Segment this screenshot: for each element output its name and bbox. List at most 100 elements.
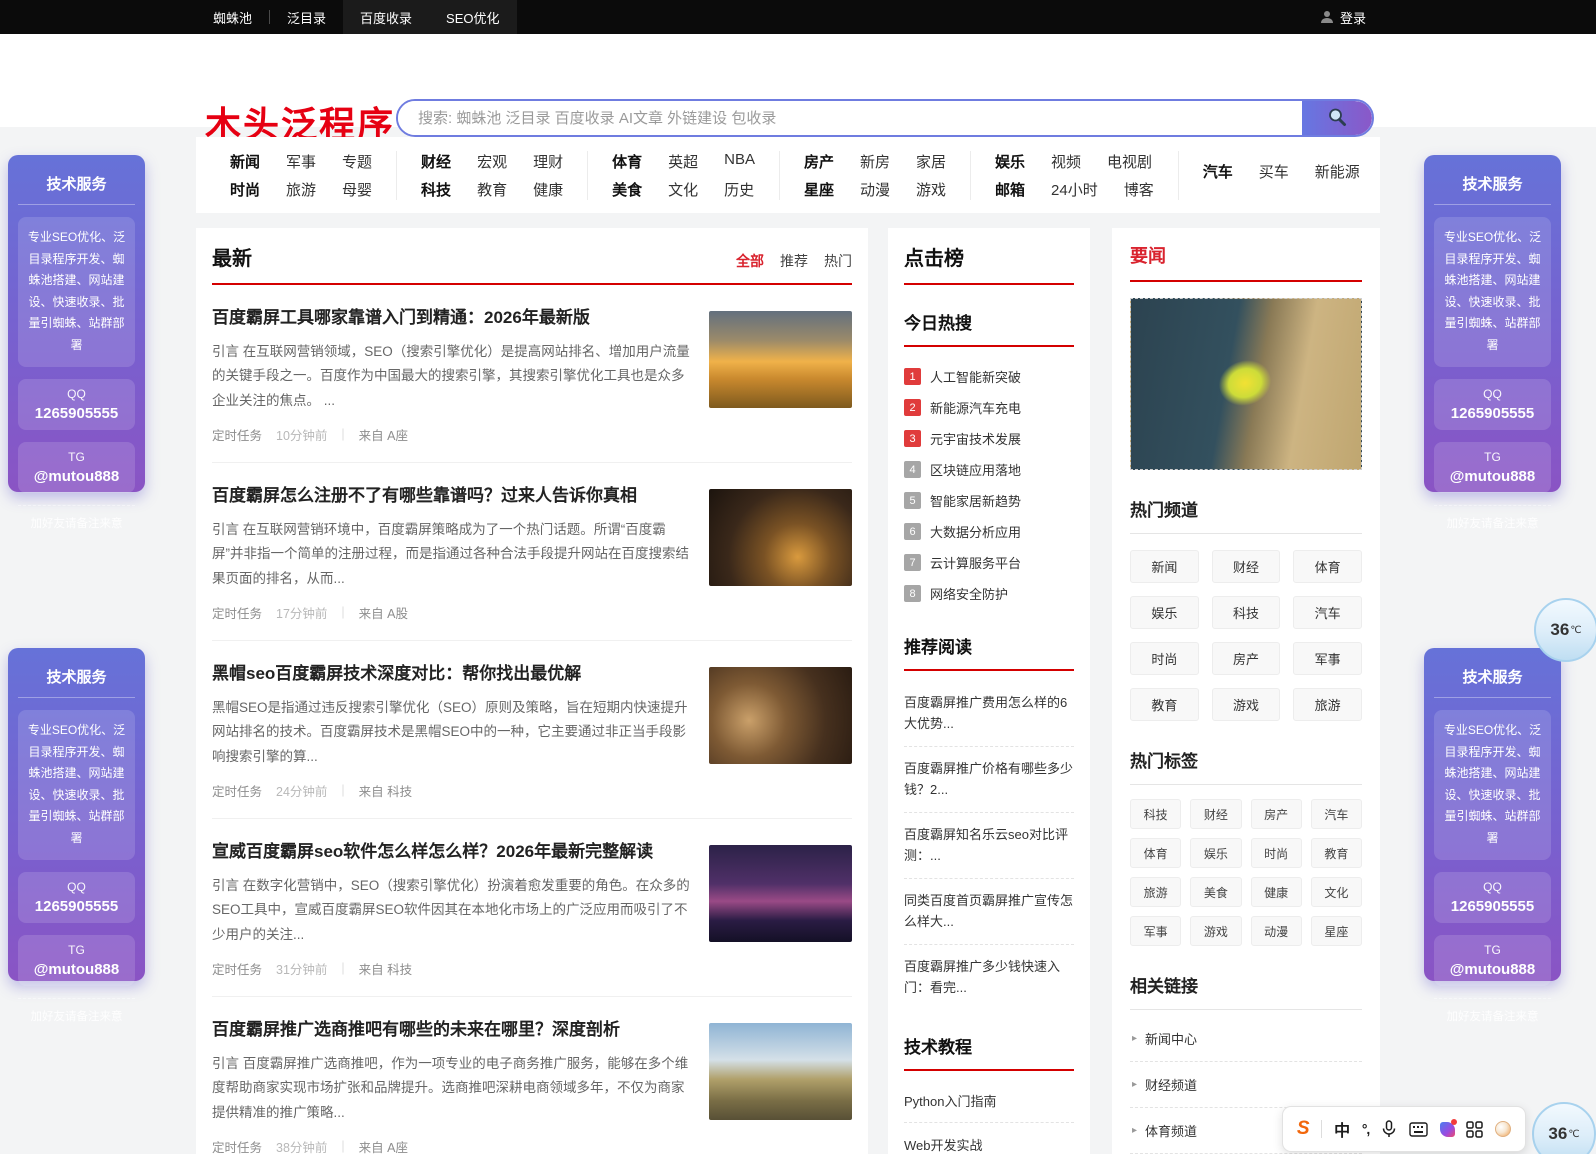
hot-search-item[interactable]: 5 智能家居新趋势 — [904, 485, 1074, 516]
tab-hot[interactable]: 热门 — [824, 251, 852, 271]
tag-button[interactable]: 文化 — [1310, 877, 1362, 907]
nav-link[interactable]: 家居 — [916, 151, 946, 172]
tag-button[interactable]: 星座 — [1310, 916, 1362, 946]
tag-button[interactable]: 房产 — [1250, 799, 1302, 829]
tag-button[interactable]: 美食 — [1190, 877, 1242, 907]
article-item[interactable]: 百度霸屏怎么注册不了有哪些靠谱吗？过来人告诉你真相 引言 在互联网营销环境中，百… — [212, 463, 852, 641]
hot-search-item[interactable]: 8 网络安全防护 — [904, 578, 1074, 609]
tag-button[interactable]: 健康 — [1250, 877, 1302, 907]
hot-search-item[interactable]: 2 新能源汽车充电 — [904, 392, 1074, 423]
nav-link[interactable]: 财经 — [421, 151, 451, 172]
hot-search-item[interactable]: 7 云计算服务平台 — [904, 547, 1074, 578]
article-thumbnail[interactable] — [709, 311, 852, 408]
topbar-item-baidu-index[interactable]: 百度收录 — [343, 0, 430, 34]
tutorial-item[interactable]: Python入门指南 — [904, 1079, 1074, 1124]
article-title[interactable]: 百度霸屏工具哪家靠谱入门到精通：2026年最新版 — [212, 307, 691, 329]
weather-badge[interactable]: 36 ℃ — [1534, 598, 1596, 662]
punctuation-icon[interactable]: °, — [1362, 1121, 1370, 1137]
recommend-read-item[interactable]: 百度霸屏推广费用怎么样的6大优势... — [904, 681, 1074, 747]
recommend-read-item[interactable]: 百度霸屏知名乐云seo对比评测：... — [904, 813, 1074, 879]
qq-contact[interactable]: QQ 1265905555 — [18, 378, 135, 430]
toolbox-grid-icon[interactable] — [1466, 1120, 1484, 1138]
nav-link[interactable]: 旅游 — [286, 179, 316, 200]
tag-button[interactable]: 游戏 — [1190, 916, 1242, 946]
nav-link[interactable]: 科技 — [421, 179, 451, 200]
article-thumbnail[interactable] — [709, 488, 852, 586]
channel-button[interactable]: 房产 — [1211, 642, 1281, 675]
tag-button[interactable]: 汽车 — [1310, 799, 1362, 829]
hot-search-item[interactable]: 1 人工智能新突破 — [904, 361, 1074, 392]
channel-button[interactable]: 教育 — [1130, 688, 1199, 721]
nav-link[interactable]: 母婴 — [342, 179, 372, 200]
topbar-item-seo[interactable]: SEO优化 — [429, 0, 517, 34]
related-link[interactable]: ▸ 新闻中心 — [1130, 1016, 1362, 1062]
headline-image[interactable] — [1130, 298, 1362, 470]
tag-button[interactable]: 军事 — [1130, 916, 1182, 946]
channel-button[interactable]: 新闻 — [1130, 550, 1199, 583]
nav-link[interactable]: 汽车 — [1203, 161, 1233, 182]
nav-link[interactable]: 新闻 — [230, 151, 260, 172]
nav-link[interactable]: 体育 — [612, 151, 642, 172]
nav-link[interactable]: 动漫 — [860, 179, 890, 200]
article-title[interactable]: 百度霸屏推广选商推吧有哪些的未来在哪里？深度剖析 — [212, 1019, 691, 1041]
sogou-logo-icon[interactable]: S — [1297, 1118, 1310, 1140]
tg-contact[interactable]: TG @mutou888 — [18, 441, 135, 493]
nav-link[interactable]: 星座 — [804, 179, 834, 200]
channel-button[interactable]: 娱乐 — [1130, 596, 1199, 629]
weather-badge[interactable]: 36 ℃ — [1532, 1102, 1596, 1154]
topbar-item-spider-pool[interactable]: 蜘蛛池 — [196, 0, 269, 34]
nav-link[interactable]: 娱乐 — [995, 151, 1025, 172]
skin-icon[interactable] — [1439, 1118, 1457, 1137]
emoji-face-icon[interactable] — [1495, 1121, 1512, 1137]
tg-contact[interactable]: TG @mutou888 — [1434, 934, 1551, 986]
nav-link[interactable]: 英超 — [668, 151, 698, 172]
channel-button[interactable]: 游戏 — [1211, 688, 1281, 721]
tag-button[interactable]: 娱乐 — [1190, 838, 1242, 868]
channel-button[interactable]: 体育 — [1293, 550, 1362, 583]
nav-link[interactable]: 视频 — [1051, 151, 1081, 172]
microphone-icon[interactable] — [1381, 1120, 1397, 1138]
article-thumbnail[interactable] — [709, 1022, 852, 1120]
article-item[interactable]: 百度霸屏工具哪家靠谱入门到精通：2026年最新版 引言 在互联网营销领域，SEO… — [212, 285, 852, 463]
article-title[interactable]: 百度霸屏怎么注册不了有哪些靠谱吗？过来人告诉你真相 — [212, 485, 691, 507]
article-thumbnail[interactable] — [709, 666, 852, 764]
tab-recommended[interactable]: 推荐 — [780, 251, 808, 271]
ime-language-toggle[interactable]: 中 — [1334, 1117, 1350, 1141]
article-item[interactable]: 宣威百度霸屏seo软件怎么样怎么样？2026年最新完整解读 引言 在数字化营销中… — [212, 819, 852, 997]
qq-contact[interactable]: QQ 1265905555 — [1434, 871, 1551, 923]
article-item[interactable]: 黑帽seo百度霸屏技术深度对比：帮你找出最优解 黑帽SEO是指通过违反搜索引擎优… — [212, 641, 852, 819]
recommend-read-item[interactable]: 百度霸屏推广多少钱快速入门：看完... — [904, 945, 1074, 1010]
tag-button[interactable]: 财经 — [1190, 799, 1242, 829]
tg-contact[interactable]: TG @mutou888 — [1434, 441, 1551, 493]
channel-button[interactable]: 汽车 — [1293, 596, 1362, 629]
nav-link[interactable]: 电视剧 — [1107, 151, 1152, 172]
hot-search-item[interactable]: 6 大数据分析应用 — [904, 516, 1074, 547]
tag-button[interactable]: 动漫 — [1250, 916, 1302, 946]
article-title[interactable]: 黑帽seo百度霸屏技术深度对比：帮你找出最优解 — [212, 663, 691, 685]
hot-search-item[interactable]: 3 元宇宙技术发展 — [904, 423, 1074, 454]
nav-link[interactable]: 文化 — [668, 179, 698, 200]
nav-link[interactable]: 理财 — [533, 151, 563, 172]
nav-link[interactable]: 历史 — [724, 179, 754, 200]
channel-button[interactable]: 军事 — [1293, 642, 1362, 675]
tag-button[interactable]: 体育 — [1130, 838, 1182, 868]
channel-button[interactable]: 旅游 — [1293, 688, 1362, 721]
nav-link[interactable]: 房产 — [804, 151, 834, 172]
nav-link[interactable]: 游戏 — [916, 179, 946, 200]
nav-link[interactable]: 时尚 — [230, 179, 260, 200]
recommend-read-item[interactable]: 百度霸屏推广价格有哪些多少钱？2... — [904, 747, 1074, 813]
channel-button[interactable]: 财经 — [1211, 550, 1281, 583]
nav-link[interactable]: 新房 — [860, 151, 890, 172]
nav-link[interactable]: 邮箱 — [995, 179, 1025, 200]
nav-link[interactable]: 24小时 — [1051, 179, 1098, 200]
tag-button[interactable]: 教育 — [1310, 838, 1362, 868]
nav-link[interactable]: 新能源 — [1315, 161, 1360, 182]
nav-link[interactable]: 教育 — [477, 179, 507, 200]
nav-link[interactable]: 专题 — [342, 151, 372, 172]
article-item[interactable]: 百度霸屏推广选商推吧有哪些的未来在哪里？深度剖析 引言 百度霸屏推广选商推吧，作… — [212, 997, 852, 1154]
channel-button[interactable]: 时尚 — [1130, 642, 1199, 675]
nav-link[interactable]: 健康 — [533, 179, 563, 200]
recommend-read-item[interactable]: 同类百度首页霸屏推广宣传怎么样大... — [904, 879, 1074, 945]
qq-contact[interactable]: QQ 1265905555 — [18, 871, 135, 923]
nav-link[interactable]: 军事 — [286, 151, 316, 172]
